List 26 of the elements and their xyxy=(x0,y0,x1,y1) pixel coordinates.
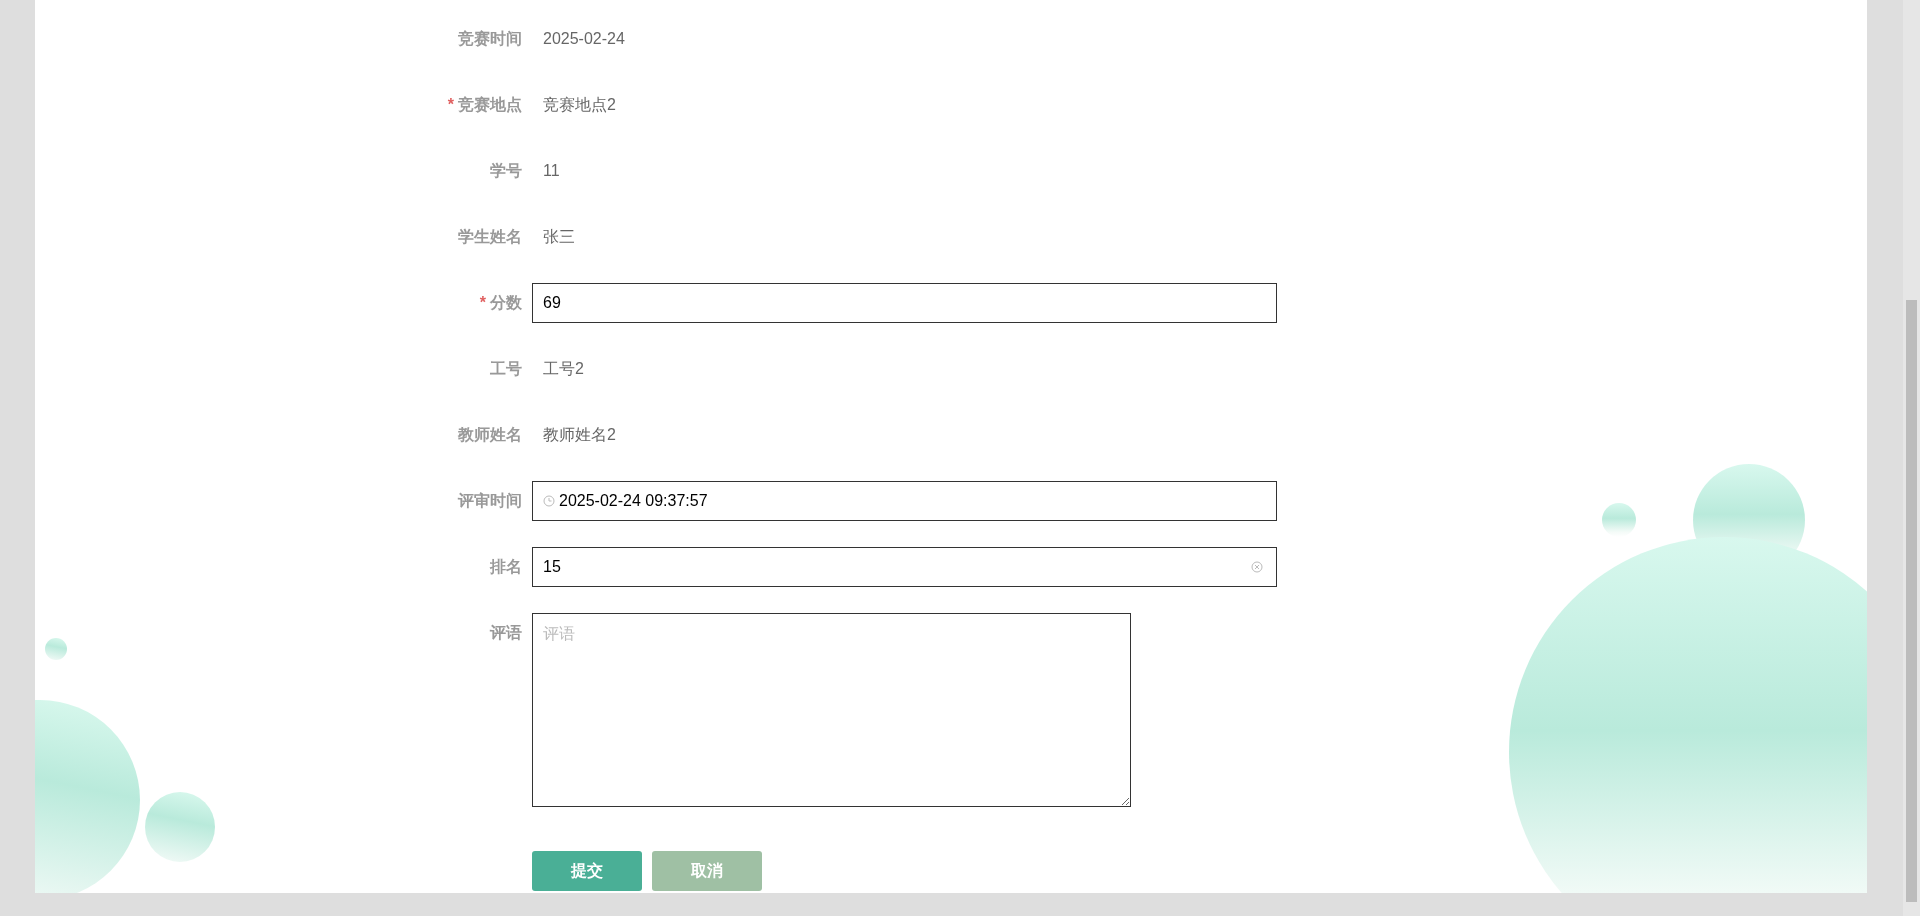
field-value: 11 xyxy=(542,161,560,181)
field-value: 张三 xyxy=(542,226,575,247)
field-label: 学生姓名 xyxy=(458,226,522,247)
comment-field[interactable]: 评语 xyxy=(532,613,1131,807)
field-label: 竞赛地点 xyxy=(458,94,522,115)
field-label: 竞赛时间 xyxy=(458,28,522,49)
scrollbar[interactable] xyxy=(1903,0,1920,916)
scrollbar-thumb[interactable] xyxy=(1906,300,1917,902)
input-field[interactable]: 15 xyxy=(532,547,1277,587)
input-field[interactable]: 69 xyxy=(532,283,1277,323)
required-mark: * xyxy=(479,294,486,312)
clear-icon[interactable] xyxy=(1251,561,1263,573)
field-value: 工号2 xyxy=(542,358,584,379)
field-label: 排名 xyxy=(490,556,522,577)
field-label: 学号 xyxy=(490,160,522,181)
field-label: 教师姓名 xyxy=(458,424,522,445)
field-label: 分数 xyxy=(490,292,522,313)
required-mark: * xyxy=(447,96,454,114)
field-label: 工号 xyxy=(490,358,522,379)
field-value: 2025-02-24 xyxy=(542,29,625,49)
clock-icon xyxy=(543,495,555,507)
field-value: 竞赛地点2 xyxy=(542,94,616,115)
field-label: 评语 xyxy=(490,622,522,643)
field-value: 教师姓名2 xyxy=(542,424,616,445)
field-label: 评审时间 xyxy=(458,490,522,511)
datetime-field[interactable]: 2025-02-24 09:37:57 xyxy=(532,481,1277,521)
